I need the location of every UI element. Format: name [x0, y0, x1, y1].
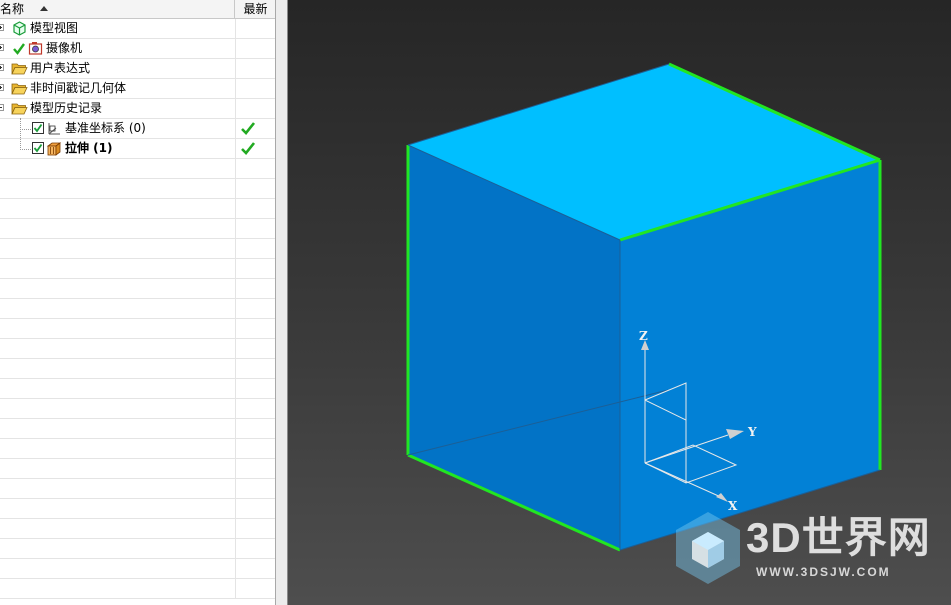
checkbox-checked-icon	[33, 123, 43, 133]
empty-row	[0, 239, 275, 259]
empty-row	[0, 459, 275, 479]
tree-node-model-views[interactable]: 模型视图	[0, 19, 275, 39]
empty-row	[0, 199, 275, 219]
column-header-name[interactable]: 名称	[0, 0, 235, 18]
empty-row	[0, 399, 275, 419]
tree-node-label: 模型视图	[30, 21, 79, 35]
watermark-logo-icon	[676, 512, 740, 584]
app-window: 名称 最新 模型视图 摄像机 用户表达式 非时间戳记几何体 模型历史记录 基准坐…	[0, 0, 951, 605]
empty-row	[0, 419, 275, 439]
navigator-header: 名称 最新	[0, 0, 275, 19]
empty-row	[0, 179, 275, 199]
empty-row	[0, 299, 275, 319]
site-watermark: 3D世界网 WWW.3DSJW.COM	[668, 508, 951, 588]
empty-row	[0, 579, 275, 599]
empty-row	[0, 539, 275, 559]
empty-row	[0, 319, 275, 339]
empty-row	[0, 519, 275, 539]
folder-open-icon	[11, 83, 28, 95]
check-icon	[241, 122, 256, 135]
tree-node-extrude[interactable]: 拉伸 (1)	[0, 139, 275, 159]
empty-row	[0, 439, 275, 459]
tree-node-label: 用户表达式	[30, 61, 91, 75]
empty-row	[0, 359, 275, 379]
datum-csys-icon	[48, 123, 60, 135]
checkmark-icon	[13, 43, 25, 55]
empty-row	[0, 339, 275, 359]
column-header-latest[interactable]: 最新	[236, 0, 275, 18]
collapse-icon[interactable]	[0, 104, 4, 111]
empty-tree-area	[0, 159, 275, 599]
tree-node-label: 模型历史记录	[30, 101, 103, 115]
empty-row	[0, 159, 275, 179]
empty-row	[0, 379, 275, 399]
watermark-brand: 3D世界网	[746, 514, 931, 561]
expand-icon[interactable]	[0, 24, 4, 31]
checkbox-checked-icon	[33, 143, 43, 153]
axis-label-z: Z	[639, 329, 648, 343]
tree-node-datum-csys[interactable]: 基准坐标系 (0)	[0, 118, 275, 148]
expand-icon[interactable]	[0, 64, 4, 71]
tree-node-unused-geometry[interactable]: 非时间戳记几何体	[0, 79, 275, 99]
tree-node-label: 拉伸 (1)	[65, 141, 113, 155]
tree-node-label: 摄像机	[46, 41, 83, 55]
empty-row	[0, 259, 275, 279]
axis-label-y: Y	[747, 425, 757, 439]
expand-icon[interactable]	[0, 84, 4, 91]
part-navigator: 名称 最新 模型视图 摄像机 用户表达式 非时间戳记几何体 模型历史记录 基准坐…	[0, 0, 276, 605]
folder-open-icon	[11, 63, 28, 75]
tree-node-user-expressions[interactable]: 用户表达式	[0, 59, 275, 79]
graphics-viewport[interactable]: Z Y X 3D世界网 WWW.3DSJW.COM	[288, 0, 951, 605]
navigator-tree: 模型视图 摄像机 用户表达式 非时间戳记几何体 模型历史记录 基准坐标系 (0)…	[0, 19, 275, 599]
empty-row	[0, 219, 275, 239]
column-header-name-label: 名称	[0, 2, 25, 16]
empty-row	[0, 279, 275, 299]
sort-ascending-icon	[40, 6, 48, 11]
tree-node-label: 基准坐标系 (0)	[65, 121, 146, 135]
model-view-icon	[13, 21, 26, 36]
empty-row	[0, 479, 275, 499]
expand-icon[interactable]	[0, 44, 4, 51]
panel-splitter[interactable]	[276, 0, 288, 605]
check-icon	[241, 142, 256, 155]
tree-node-cameras[interactable]: 摄像机	[0, 39, 275, 59]
camera-icon	[28, 42, 43, 55]
visibility-checkbox[interactable]	[32, 142, 44, 154]
visibility-checkbox[interactable]	[32, 122, 44, 134]
empty-row	[0, 559, 275, 579]
extrude-icon	[46, 142, 62, 156]
empty-row	[0, 499, 275, 519]
tree-node-label: 非时间戳记几何体	[30, 81, 127, 95]
folder-open-icon	[11, 103, 28, 115]
watermark-url: WWW.3DSJW.COM	[756, 565, 891, 579]
tree-node-model-history[interactable]: 模型历史记录	[0, 99, 275, 119]
